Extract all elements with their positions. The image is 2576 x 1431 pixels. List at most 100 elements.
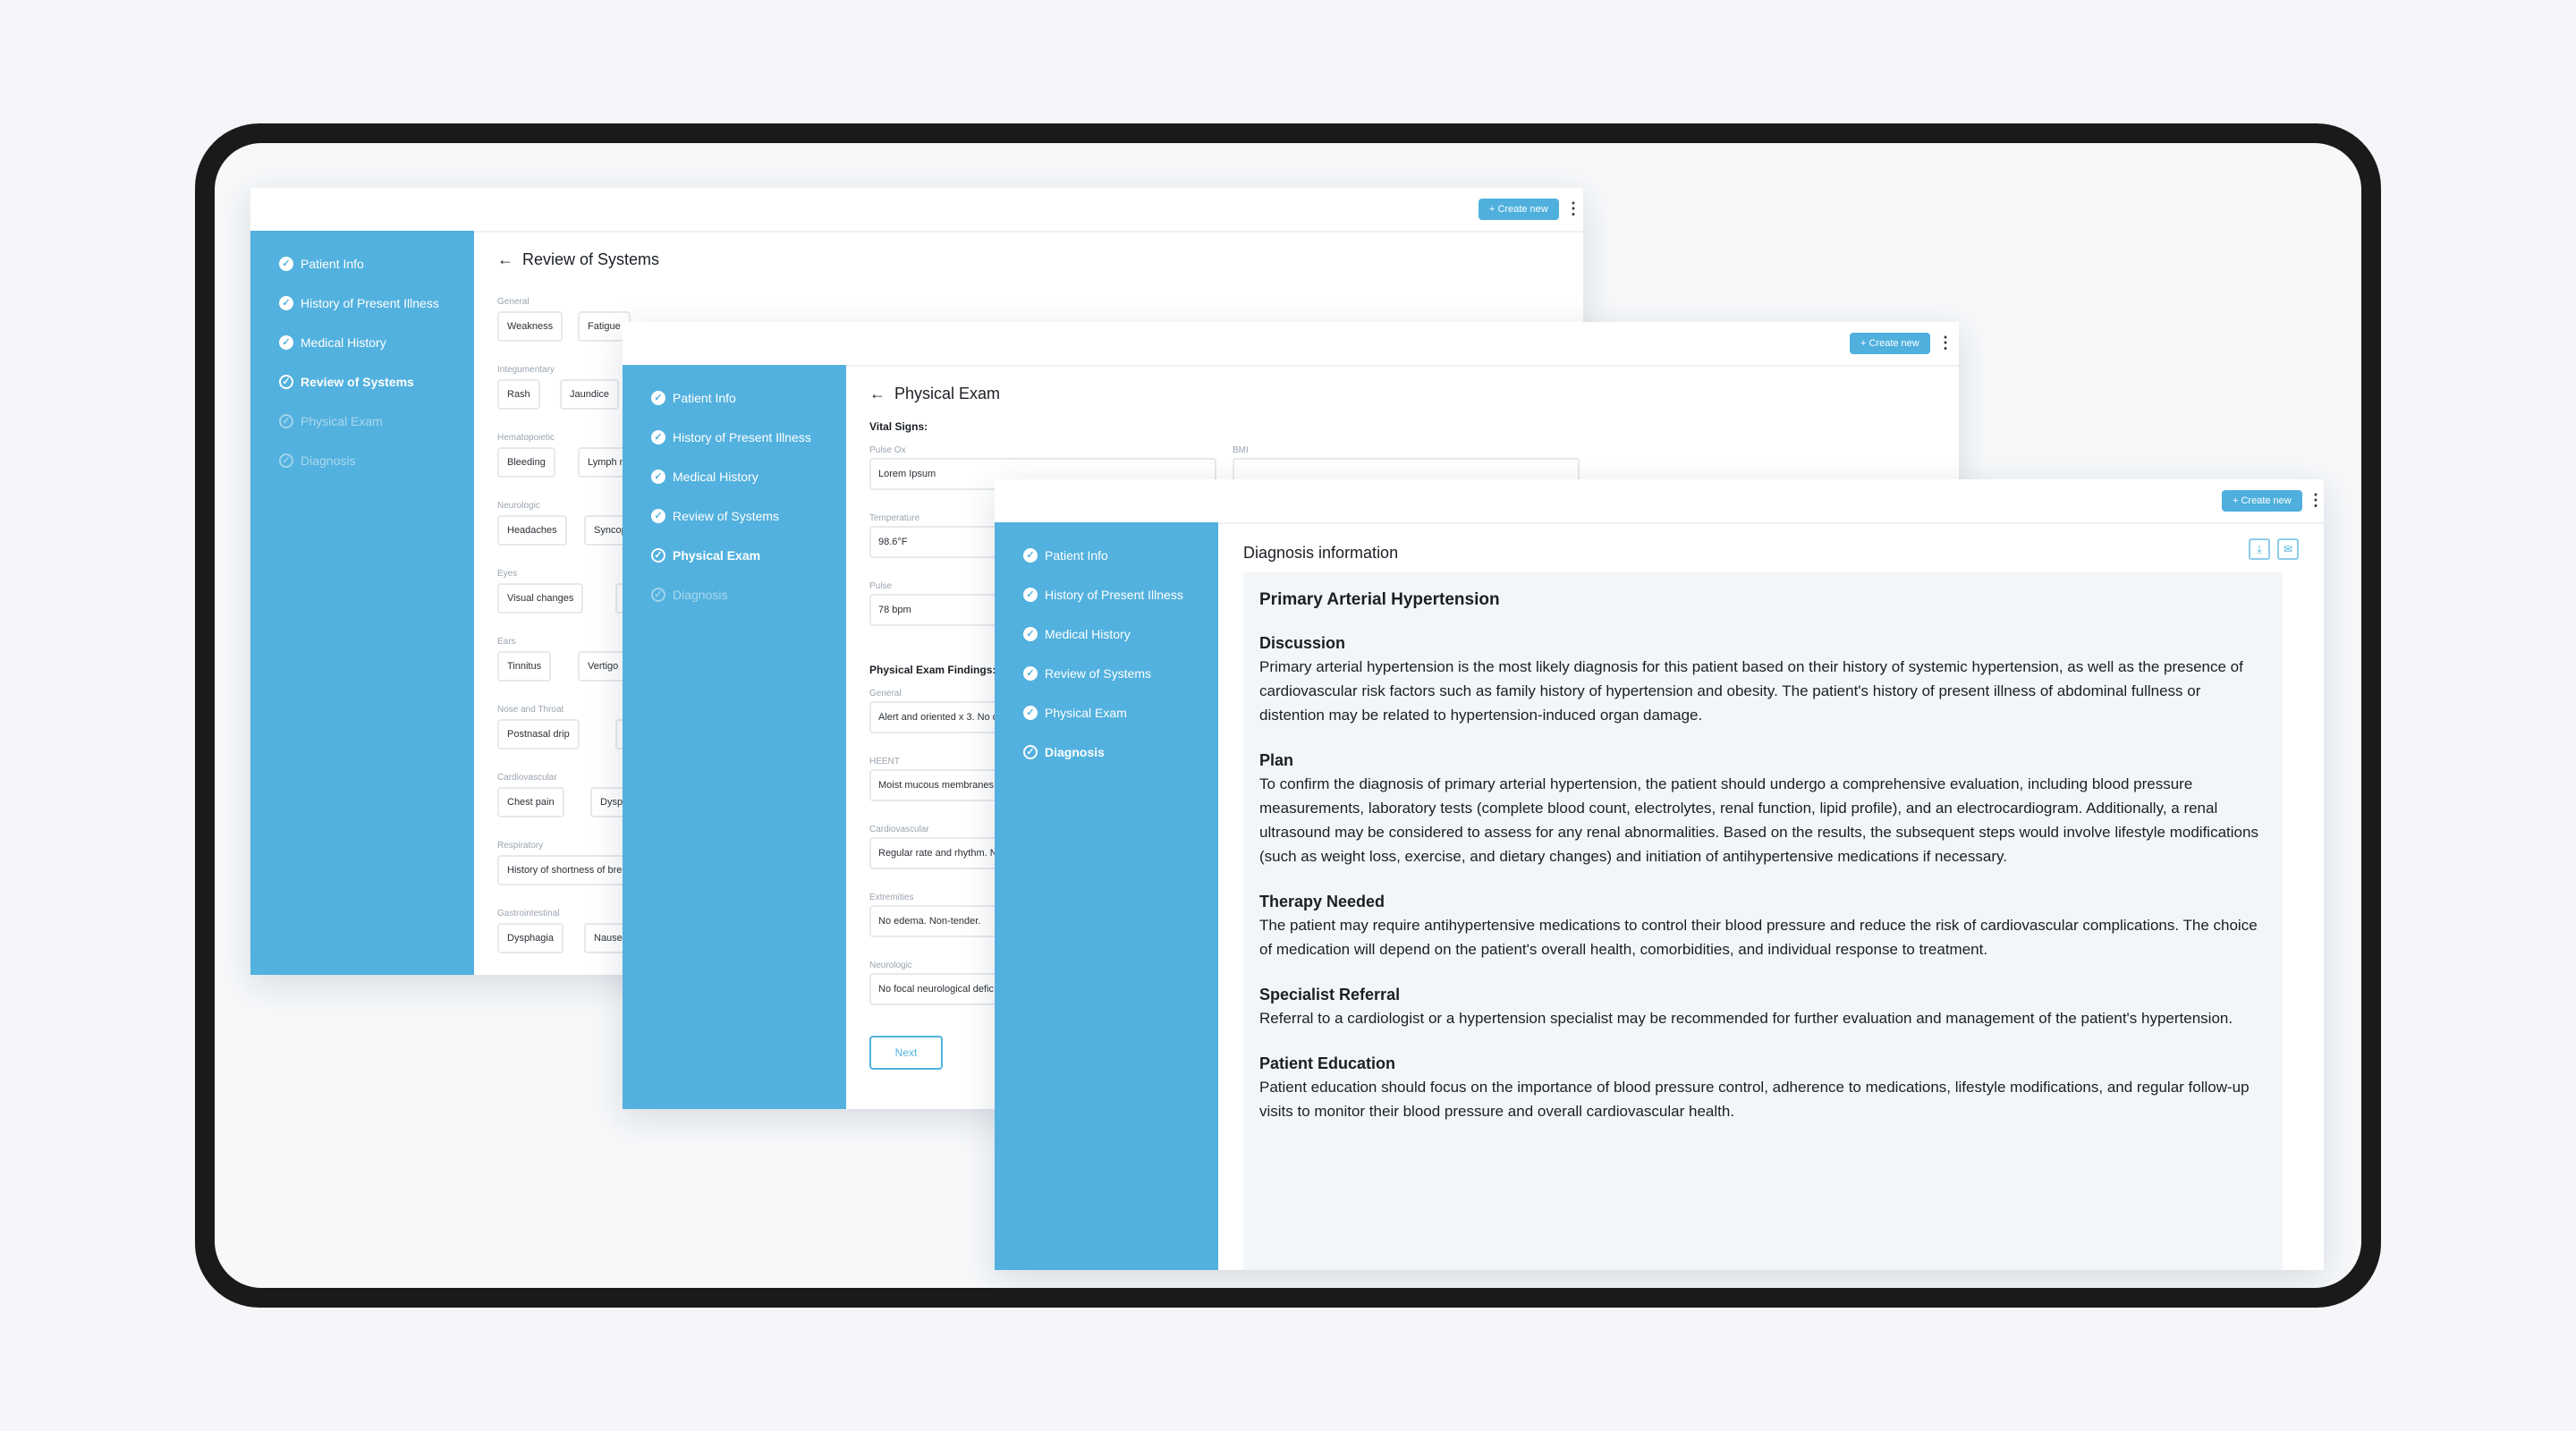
check-icon: ✓: [279, 335, 293, 350]
check-icon: ✓: [651, 470, 665, 484]
step-sidebar: ✓ Patient Info ✓ History of Present Illnes…: [250, 231, 474, 975]
check-icon: ✓: [651, 430, 665, 445]
download-icon[interactable]: ⤓: [2249, 538, 2270, 560]
step-label: Diagnosis: [1045, 745, 1105, 759]
section-title: Specialist Referral: [1259, 986, 1401, 1003]
finding-label: General: [869, 689, 902, 699]
symptom-chip[interactable]: Visual changes: [497, 583, 584, 614]
symptom-chip[interactable]: Vertigo: [578, 651, 629, 682]
next-button[interactable]: Next: [869, 1036, 943, 1070]
section-title: Discussion: [1259, 634, 1346, 652]
window-top-bar: + Create new ⋮: [250, 188, 1583, 233]
symptom-chip[interactable]: Jaundice: [560, 379, 620, 410]
section-title: Therapy Needed: [1259, 893, 1385, 910]
check-circle-icon: ✓: [279, 414, 293, 428]
pulse-label: Pulse: [869, 581, 893, 591]
ros-section-label: Cardiovascular: [497, 773, 557, 783]
check-icon: ✓: [1023, 627, 1038, 641]
step-label: Review of Systems: [673, 509, 780, 523]
step-label: History of Present Illness: [673, 430, 811, 445]
step-label: Medical History: [673, 470, 758, 484]
back-arrow-icon[interactable]: ←: [497, 250, 513, 268]
back-arrow-icon[interactable]: ←: [869, 385, 886, 402]
step-label: Patient Info: [301, 257, 364, 271]
step-label: Medical History: [1045, 627, 1131, 641]
step-label: History of Present Illness: [301, 296, 439, 310]
check-circle-icon: ✓: [651, 588, 665, 602]
step-label: Physical Exam: [673, 548, 761, 563]
step-label: Physical Exam: [301, 414, 383, 428]
section-body: The patient may require antihypertensive…: [1259, 917, 2258, 958]
window-top-bar: + Create new ⋮: [623, 322, 1959, 367]
step-label: Diagnosis: [673, 588, 728, 602]
more-options-icon[interactable]: ⋮: [1937, 333, 1953, 354]
step-label: Medical History: [301, 335, 386, 350]
check-circle-icon: ✓: [1023, 745, 1038, 759]
section-body: To confirm the diagnosis of primary arte…: [1259, 775, 2258, 865]
step-label: Review of Systems: [1045, 666, 1152, 681]
check-icon: ✓: [1023, 666, 1038, 681]
check-icon: ✓: [651, 509, 665, 523]
section-body: Primary arterial hypertension is the mos…: [1259, 658, 2243, 724]
symptom-chip[interactable]: Bleeding: [497, 447, 555, 478]
pulse-ox-label: Pulse Ox: [869, 445, 906, 455]
symptom-chip[interactable]: Weakness: [497, 311, 564, 342]
step-label: History of Present Illness: [1045, 588, 1183, 602]
symptom-chip[interactable]: Tinnitus: [497, 651, 552, 682]
step-label: Review of Systems: [301, 375, 414, 389]
check-icon: ✓: [279, 257, 293, 271]
check-icon: ✓: [1023, 706, 1038, 720]
symptom-chip[interactable]: Chest pain: [497, 787, 564, 817]
tablet-screen: + Create new ⋮ ✓ Patient Info ✓ History of…: [215, 143, 2361, 1288]
mail-icon[interactable]: ✉: [2277, 538, 2299, 560]
ros-section-label: Nose and Throat: [497, 705, 564, 715]
check-icon: ✓: [1023, 548, 1038, 563]
more-options-icon[interactable]: ⋮: [1565, 199, 1581, 220]
step-label: Patient Info: [673, 391, 736, 405]
temperature-label: Temperature: [869, 513, 920, 523]
symptom-chip[interactable]: Headaches: [497, 515, 567, 546]
section-title: Plan: [1259, 751, 1294, 769]
finding-label: Extremities: [869, 893, 914, 902]
section-title: Patient Education: [1259, 1054, 1396, 1072]
diagnosis-title: Diagnosis information: [1243, 544, 1399, 562]
diagnosis-sections: Discussion Primary arterial hypertension …: [1259, 631, 2267, 1123]
check-circle-icon: ✓: [651, 548, 665, 563]
check-circle-icon: ✓: [279, 453, 293, 468]
diagnosis-window: + Create new ⋮ ✓ Patient Info ✓ History of…: [995, 479, 2324, 1270]
create-new-button[interactable]: + Create new: [1479, 199, 1559, 220]
step-sidebar: ✓ Patient Info ✓ History of Present Illnes…: [995, 522, 1218, 1270]
create-new-button[interactable]: + Create new: [1850, 333, 1930, 354]
vital-signs-heading: Vital Signs:: [869, 420, 928, 433]
ros-section-label: Eyes: [497, 569, 518, 579]
findings-heading: Physical Exam Findings:: [869, 664, 996, 676]
symptom-chip[interactable]: Dysphagia: [497, 923, 564, 953]
check-circle-icon: ✓: [279, 375, 293, 389]
ros-section-label: Integumentary: [497, 365, 555, 375]
ros-section-label: Hematopoietic: [497, 433, 555, 443]
diagnosis-heading: Primary Arterial Hypertension: [1259, 590, 1500, 609]
symptom-chip[interactable]: Postnasal drip: [497, 719, 580, 749]
section-body: Referral to a cardiologist or a hyperten…: [1259, 1010, 2233, 1027]
step-sidebar: ✓ Patient Info ✓ History of Present Illnes…: [623, 365, 846, 1109]
ros-section-label: Ears: [497, 637, 516, 647]
check-icon: ✓: [651, 391, 665, 405]
diagnosis-content: Primary Arterial Hypertension Discussion…: [1243, 572, 2283, 1270]
bmi-label: BMI: [1233, 445, 1249, 455]
step-label: Patient Info: [1045, 548, 1108, 563]
tablet-frame: + Create new ⋮ ✓ Patient Info ✓ History of…: [195, 123, 2381, 1308]
step-label: Diagnosis: [301, 453, 356, 468]
page-title-text: Review of Systems: [522, 250, 660, 268]
ros-section-label: Respiratory: [497, 841, 544, 851]
check-icon: ✓: [279, 296, 293, 310]
symptom-chip[interactable]: Rash: [497, 379, 540, 410]
ros-section-label: Neurologic: [497, 501, 540, 511]
more-options-icon[interactable]: ⋮: [2308, 490, 2324, 512]
ros-section-label: General: [497, 297, 530, 307]
symptom-chip[interactable]: History of shortness of bre: [497, 855, 632, 885]
create-new-button[interactable]: + Create new: [2222, 490, 2302, 512]
finding-label: Neurologic: [869, 961, 912, 970]
step-label: Physical Exam: [1045, 706, 1127, 720]
page-title-text: Physical Exam: [894, 385, 1001, 402]
window-top-bar: + Create new ⋮: [995, 479, 2324, 524]
